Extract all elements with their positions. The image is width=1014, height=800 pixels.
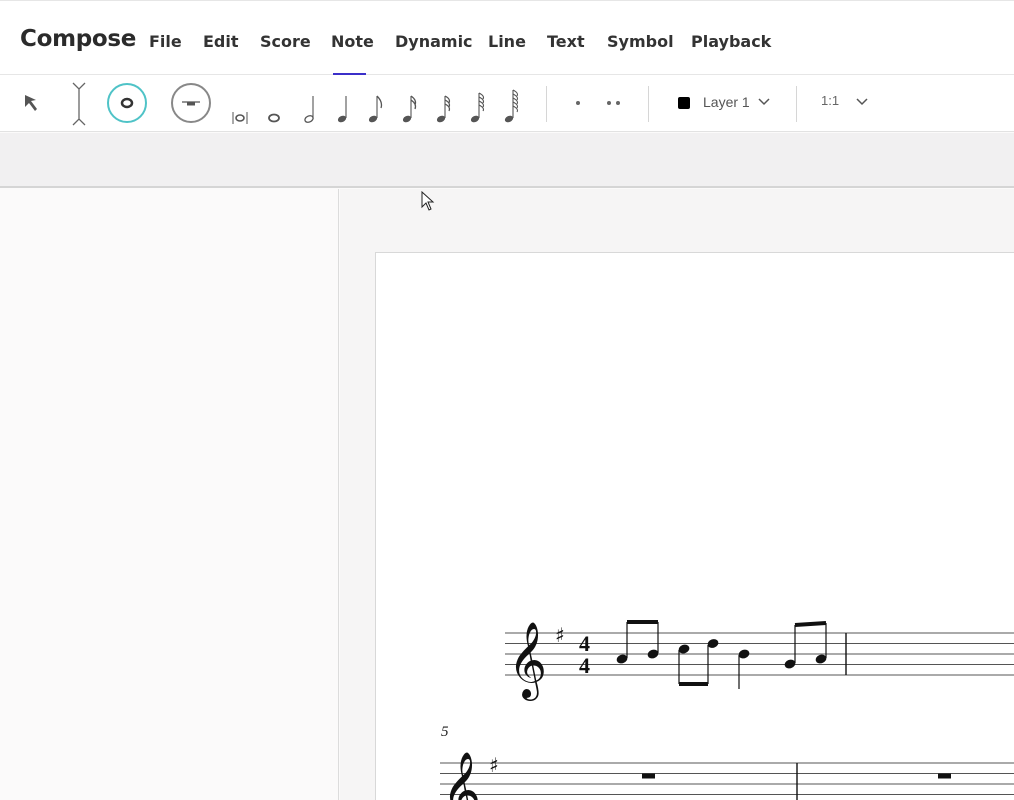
measure-number: 5 <box>441 724 449 740</box>
staff-system-2 <box>440 762 1014 795</box>
treble-clef-icon: 𝄞 <box>508 621 547 701</box>
app-window: Compose File Edit Score Note Dynamic Lin… <box>0 0 1014 800</box>
note-group-2 <box>678 639 719 686</box>
key-signature-sharp-icon: ♯ <box>555 623 565 647</box>
mouse-pointer-icon <box>420 190 436 218</box>
score-notation: 𝄞 ♯ 4 4 𝄞 ♯ <box>440 620 1014 800</box>
treble-clef-icon: 𝄞 <box>442 751 481 800</box>
whole-rest <box>938 773 951 779</box>
note-group-3 <box>784 621 827 669</box>
quarter-note <box>738 649 750 689</box>
time-signature-bottom: 4 <box>579 653 590 678</box>
key-signature-sharp-icon: ♯ <box>489 753 499 777</box>
whole-rest <box>642 773 655 779</box>
